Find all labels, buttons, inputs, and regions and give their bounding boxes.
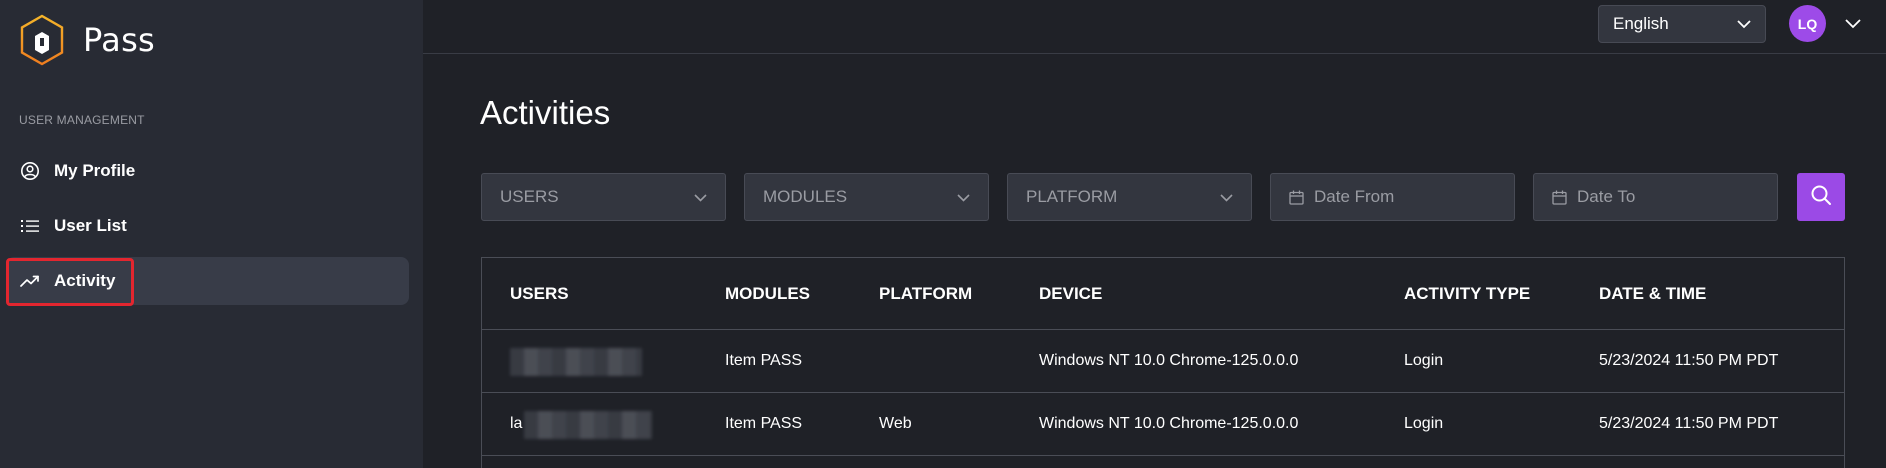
chevron-down-icon (1737, 14, 1751, 34)
column-header-device: DEVICE (1039, 283, 1103, 303)
cell-user: la (510, 415, 523, 432)
platform-filter-select[interactable]: PLATFORM (1007, 173, 1252, 221)
search-icon (1810, 184, 1832, 211)
cell-activity-type: Login (1404, 352, 1444, 369)
calendar-icon (1289, 190, 1304, 205)
column-header-modules: MODULES (725, 283, 810, 303)
cell-activity-type: Login (1404, 415, 1444, 432)
modules-filter-placeholder: MODULES (763, 187, 848, 206)
table-header-row: USERS MODULES PLATFORM DEVICE ACTIVITY T… (482, 258, 1844, 330)
cell-device: Windows NT 10.0 Chrome-125.0.0.0 (1039, 352, 1299, 369)
section-label-user-management: USER MANAGEMENT (19, 113, 145, 127)
column-header-platform: PLATFORM (879, 283, 973, 303)
platform-filter-placeholder: PLATFORM (1026, 187, 1118, 206)
cell-platform: Web (879, 415, 912, 432)
sidebar: Pass USER MANAGEMENT My Profile User Lis… (0, 0, 423, 468)
date-to-placeholder: Date To (1577, 187, 1636, 206)
page-title: Activities (480, 94, 611, 131)
users-filter-select[interactable]: USERS (481, 173, 726, 221)
sidebar-item-label: Activity (54, 271, 116, 290)
column-header-activity-type: ACTIVITY TYPE (1404, 283, 1531, 303)
modules-filter-select[interactable]: MODULES (744, 173, 989, 221)
chevron-down-icon (957, 187, 970, 207)
sidebar-item-my-profile[interactable]: My Profile (6, 147, 409, 195)
language-value: English (1613, 14, 1669, 33)
cell-device: Windows NT 10.0 Chrome-125.0.0.0 (1039, 415, 1299, 432)
sidebar-item-user-list[interactable]: User List (6, 202, 409, 250)
account-menu-chevron-icon[interactable] (1845, 16, 1861, 30)
date-from-placeholder: Date From (1314, 187, 1395, 206)
table-row[interactable]: Item PASS Windows NT 10.0 Chrome-125.0.0… (482, 330, 1844, 393)
pass-logo-icon (19, 14, 65, 66)
column-header-date-time: DATE & TIME (1599, 283, 1707, 303)
cell-module: Item PASS (725, 415, 803, 432)
table-row[interactable]: la Item PASS Web Windows NT 10.0 Chrome-… (482, 393, 1844, 456)
column-header-users: USERS (510, 283, 569, 303)
date-to-input[interactable]: Date To (1533, 173, 1778, 221)
cell-date-time: 5/23/2024 11:50 PM PDT (1599, 352, 1779, 369)
sidebar-item-activity[interactable]: Activity (6, 257, 409, 305)
sidebar-item-label: My Profile (54, 161, 136, 180)
brand-name: Pass (83, 21, 156, 59)
chevron-down-icon (694, 187, 707, 207)
date-from-input[interactable]: Date From (1270, 173, 1515, 221)
calendar-icon (1552, 190, 1567, 205)
language-select[interactable]: English (1598, 5, 1766, 43)
brand[interactable]: Pass (19, 14, 155, 66)
chevron-down-icon (1220, 187, 1233, 207)
cell-module: Item PASS (725, 352, 803, 369)
redacted-username (524, 411, 652, 439)
cell-date-time: 5/23/2024 11:50 PM PDT (1599, 415, 1779, 432)
list-icon (20, 216, 40, 236)
search-button[interactable] (1797, 173, 1845, 221)
users-filter-placeholder: USERS (500, 187, 559, 206)
user-circle-icon (20, 161, 40, 181)
avatar[interactable]: LQ (1789, 5, 1826, 42)
redacted-username (510, 348, 642, 376)
activities-table: USERS MODULES PLATFORM DEVICE ACTIVITY T… (481, 257, 1845, 468)
trending-up-icon (20, 271, 40, 291)
sidebar-item-label: User List (54, 216, 127, 235)
